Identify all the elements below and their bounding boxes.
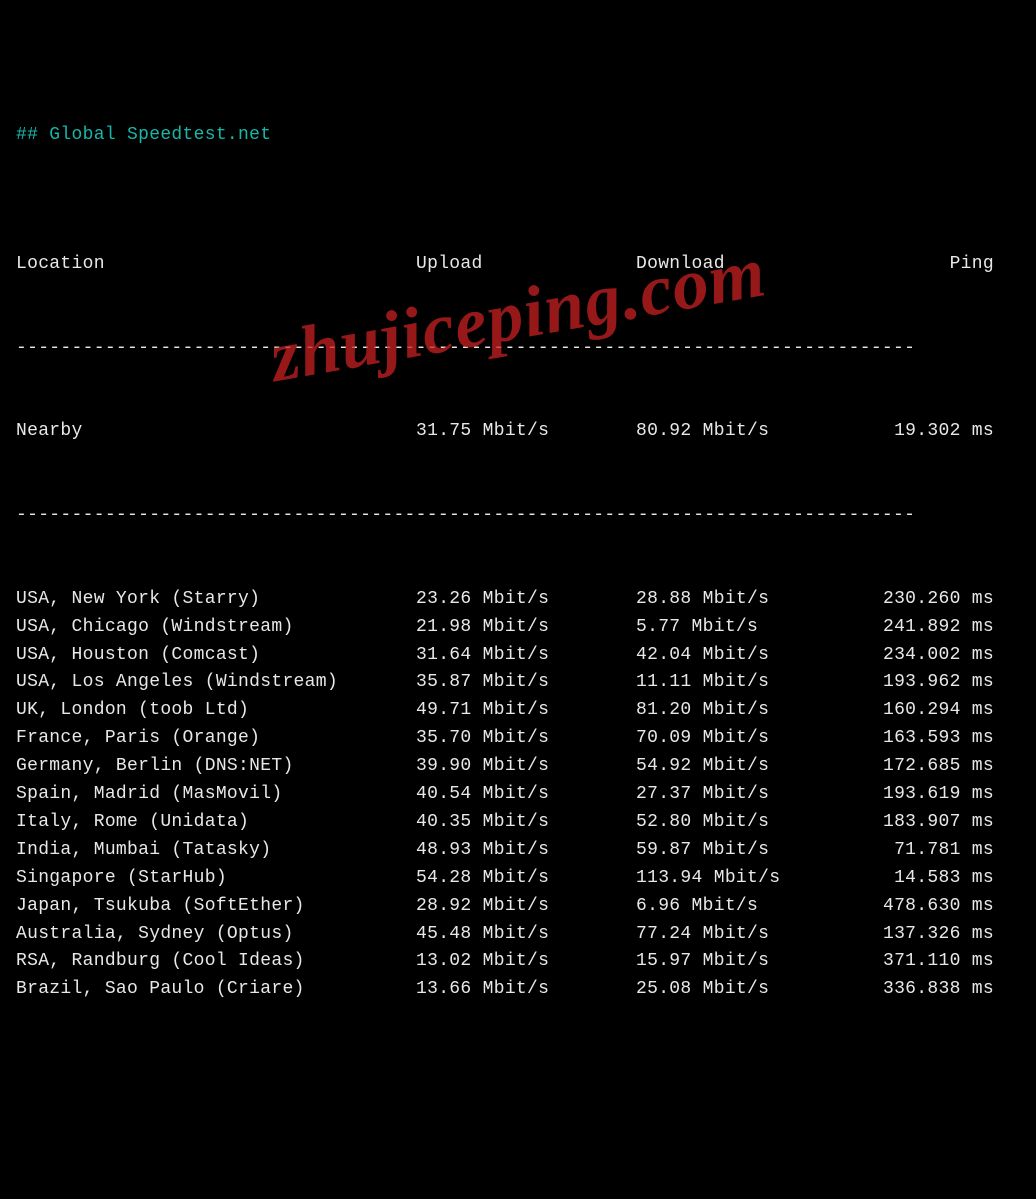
separator-line: ----------------------------------------… (16, 502, 1006, 530)
table-row: Germany, Berlin (DNS:NET)39.90 Mbit/s54.… (16, 753, 1020, 781)
cell-download: 52.80 Mbit/s (636, 809, 856, 837)
cell-location: Germany, Berlin (DNS:NET) (16, 753, 416, 781)
cell-location: Brazil, Sao Paulo (Criare) (16, 976, 416, 1004)
table-row: USA, New York (Starry)23.26 Mbit/s28.88 … (16, 586, 1020, 614)
nearby-download: 80.92 Mbit/s (636, 418, 856, 446)
cell-upload: 39.90 Mbit/s (416, 753, 636, 781)
table-row: Australia, Sydney (Optus)45.48 Mbit/s77.… (16, 921, 1020, 949)
cell-ping: 160.294 ms (856, 697, 1020, 725)
table-row: USA, Houston (Comcast)31.64 Mbit/s42.04 … (16, 642, 1020, 670)
cell-upload: 13.02 Mbit/s (416, 948, 636, 976)
cell-upload: 21.98 Mbit/s (416, 614, 636, 642)
separator-line: ----------------------------------------… (16, 335, 1006, 363)
cell-ping: 241.892 ms (856, 614, 1020, 642)
cell-download: 6.96 Mbit/s (636, 893, 856, 921)
cell-upload: 40.35 Mbit/s (416, 809, 636, 837)
cell-ping: 234.002 ms (856, 642, 1020, 670)
cell-download: 81.20 Mbit/s (636, 697, 856, 725)
nearby-upload: 31.75 Mbit/s (416, 418, 636, 446)
cell-upload: 54.28 Mbit/s (416, 865, 636, 893)
cell-download: 27.37 Mbit/s (636, 781, 856, 809)
cell-ping: 230.260 ms (856, 586, 1020, 614)
cell-download: 15.97 Mbit/s (636, 948, 856, 976)
cell-download: 11.11 Mbit/s (636, 669, 856, 697)
cell-download: 5.77 Mbit/s (636, 614, 856, 642)
col-header-ping: Ping (856, 251, 1020, 279)
nearby-ping: 19.302 ms (856, 418, 1020, 446)
cell-upload: 13.66 Mbit/s (416, 976, 636, 1004)
cell-ping: 163.593 ms (856, 725, 1020, 753)
cell-location: USA, Los Angeles (Windstream) (16, 669, 416, 697)
cell-location: Italy, Rome (Unidata) (16, 809, 416, 837)
table-row: India, Mumbai (Tatasky)48.93 Mbit/s59.87… (16, 837, 1020, 865)
cell-ping: 172.685 ms (856, 753, 1020, 781)
cell-location: Singapore (StarHub) (16, 865, 416, 893)
cell-ping: 193.962 ms (856, 669, 1020, 697)
section-title: ## Global Speedtest.net (16, 122, 1020, 150)
cell-download: 54.92 Mbit/s (636, 753, 856, 781)
cell-location: UK, London (toob Ltd) (16, 697, 416, 725)
cell-location: Japan, Tsukuba (SoftEther) (16, 893, 416, 921)
cell-download: 77.24 Mbit/s (636, 921, 856, 949)
cell-ping: 193.619 ms (856, 781, 1020, 809)
table-row: UK, London (toob Ltd)49.71 Mbit/s81.20 M… (16, 697, 1020, 725)
cell-ping: 14.583 ms (856, 865, 1020, 893)
cell-download: 59.87 Mbit/s (636, 837, 856, 865)
cell-upload: 31.64 Mbit/s (416, 642, 636, 670)
cell-upload: 49.71 Mbit/s (416, 697, 636, 725)
cell-location: USA, Houston (Comcast) (16, 642, 416, 670)
table-row: Brazil, Sao Paulo (Criare)13.66 Mbit/s25… (16, 976, 1020, 1004)
cell-location: Spain, Madrid (MasMovil) (16, 781, 416, 809)
cell-download: 70.09 Mbit/s (636, 725, 856, 753)
cell-ping: 336.838 ms (856, 976, 1020, 1004)
cell-location: India, Mumbai (Tatasky) (16, 837, 416, 865)
cell-upload: 28.92 Mbit/s (416, 893, 636, 921)
table-header-row: Location Upload Download Ping (16, 251, 1020, 279)
results-body: USA, New York (Starry)23.26 Mbit/s28.88 … (16, 586, 1020, 1004)
cell-upload: 35.87 Mbit/s (416, 669, 636, 697)
cell-ping: 478.630 ms (856, 893, 1020, 921)
table-row: USA, Chicago (Windstream)21.98 Mbit/s5.7… (16, 614, 1020, 642)
cell-location: France, Paris (Orange) (16, 725, 416, 753)
table-row: USA, Los Angeles (Windstream)35.87 Mbit/… (16, 669, 1020, 697)
cell-location: Australia, Sydney (Optus) (16, 921, 416, 949)
cell-ping: 183.907 ms (856, 809, 1020, 837)
cell-download: 25.08 Mbit/s (636, 976, 856, 1004)
watermark-text: zhujiceping.com (262, 217, 775, 414)
cell-upload: 48.93 Mbit/s (416, 837, 636, 865)
cell-upload: 35.70 Mbit/s (416, 725, 636, 753)
table-row: Singapore (StarHub)54.28 Mbit/s113.94 Mb… (16, 865, 1020, 893)
cell-download: 42.04 Mbit/s (636, 642, 856, 670)
table-row: Japan, Tsukuba (SoftEther)28.92 Mbit/s6.… (16, 893, 1020, 921)
cell-location: RSA, Randburg (Cool Ideas) (16, 948, 416, 976)
col-header-upload: Upload (416, 251, 636, 279)
nearby-label: Nearby (16, 418, 416, 446)
table-row: Italy, Rome (Unidata)40.35 Mbit/s52.80 M… (16, 809, 1020, 837)
cell-upload: 45.48 Mbit/s (416, 921, 636, 949)
cell-upload: 40.54 Mbit/s (416, 781, 636, 809)
col-header-location: Location (16, 251, 416, 279)
cell-download: 113.94 Mbit/s (636, 865, 856, 893)
table-row: France, Paris (Orange)35.70 Mbit/s70.09 … (16, 725, 1020, 753)
nearby-row: Nearby 31.75 Mbit/s 80.92 Mbit/s 19.302 … (16, 418, 1020, 446)
cell-ping: 137.326 ms (856, 921, 1020, 949)
cell-ping: 71.781 ms (856, 837, 1020, 865)
cell-location: USA, New York (Starry) (16, 586, 416, 614)
cell-ping: 371.110 ms (856, 948, 1020, 976)
cell-location: USA, Chicago (Windstream) (16, 614, 416, 642)
cell-download: 28.88 Mbit/s (636, 586, 856, 614)
table-row: Spain, Madrid (MasMovil)40.54 Mbit/s27.3… (16, 781, 1020, 809)
table-row: RSA, Randburg (Cool Ideas)13.02 Mbit/s15… (16, 948, 1020, 976)
cell-upload: 23.26 Mbit/s (416, 586, 636, 614)
col-header-download: Download (636, 251, 856, 279)
